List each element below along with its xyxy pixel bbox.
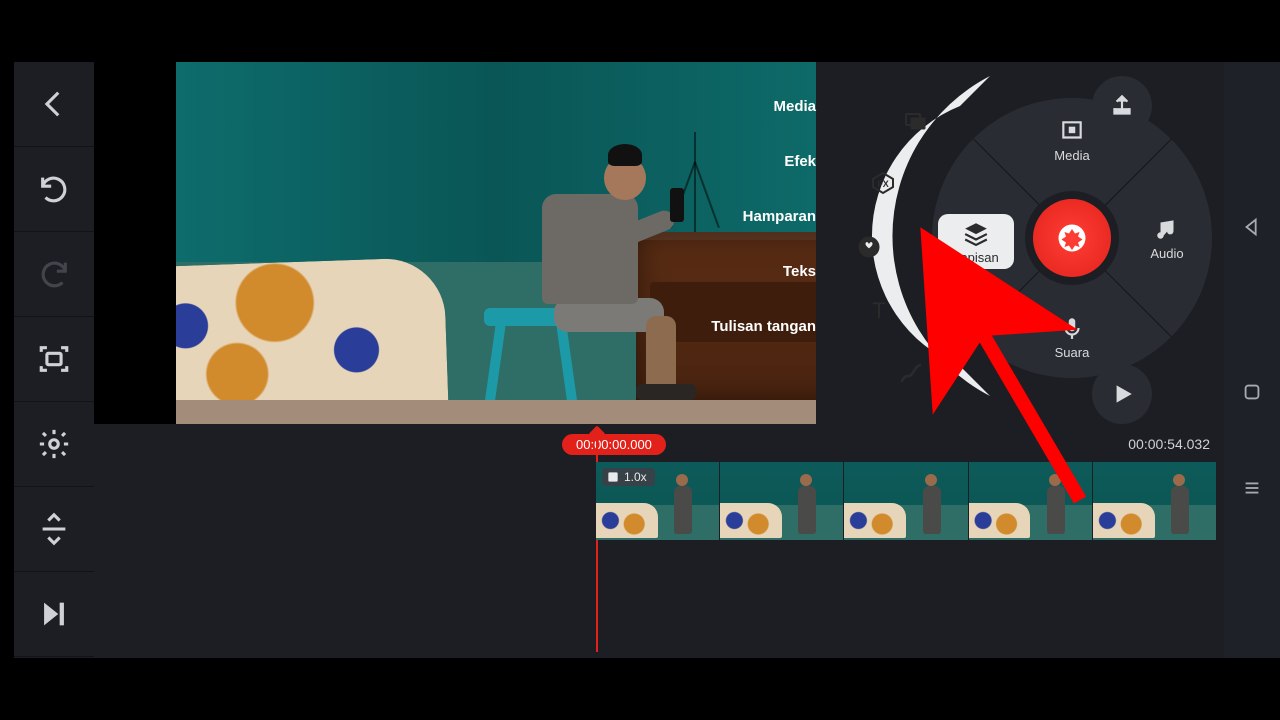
nav-back-button[interactable] <box>1241 216 1263 243</box>
action-wheel-panel: Media Efek Hamparan Teks Tulisan tangan … <box>816 62 1224 424</box>
svg-text:T: T <box>872 299 885 323</box>
overlay-icon[interactable] <box>852 230 886 264</box>
android-nav-bar <box>1224 62 1280 658</box>
submenu-media[interactable]: Media <box>656 98 816 115</box>
timecode-current: 00:00:00.000 <box>562 434 666 455</box>
fx-icon[interactable]: FX <box>866 166 900 200</box>
clip-speed-badge: 1.0x <box>602 468 655 486</box>
clip-thumbnail[interactable] <box>720 462 843 540</box>
clip-thumbnail[interactable] <box>1093 462 1216 540</box>
wheel-media-label: Media <box>1054 148 1089 163</box>
timecode-duration: 00:00:54.032 <box>1128 436 1210 452</box>
undo-button[interactable] <box>14 147 94 232</box>
wheel-suara-label: Suara <box>1055 345 1090 360</box>
video-track[interactable]: 1.0x <box>596 462 1216 540</box>
submenu-efek[interactable]: Efek <box>656 153 816 170</box>
settings-button[interactable] <box>14 402 94 487</box>
text-icon[interactable]: T <box>862 294 896 328</box>
clip-thumbnail[interactable] <box>969 462 1092 540</box>
left-toolbar <box>14 62 94 658</box>
gallery-icon[interactable] <box>898 104 932 138</box>
wheel-lapisan-label: Lapisan <box>953 250 999 265</box>
action-wheel: Media Lapisan Audio Suara <box>932 98 1212 378</box>
wheel-lapisan[interactable]: Lapisan <box>938 214 1014 269</box>
export-button[interactable] <box>1092 76 1152 136</box>
capture-button[interactable] <box>14 317 94 402</box>
play-button[interactable] <box>1092 364 1152 424</box>
submenu-teks[interactable]: Teks <box>656 263 816 280</box>
submenu-tulisan[interactable]: Tulisan tangan <box>656 318 816 335</box>
submenu-hamparan[interactable]: Hamparan <box>656 208 816 225</box>
wheel-audio[interactable]: Audio <box>1132 216 1202 261</box>
handwriting-icon[interactable] <box>894 356 928 390</box>
timeline-expand-button[interactable] <box>14 487 94 572</box>
wheel-suara[interactable]: Suara <box>1037 315 1107 360</box>
clip-thumbnail[interactable]: 1.0x <box>596 462 719 540</box>
record-button[interactable] <box>1033 199 1111 277</box>
timeline[interactable]: 00:00:00.000 00:00:54.032 1.0x <box>94 424 1224 658</box>
redo-button[interactable] <box>14 232 94 317</box>
wheel-audio-label: Audio <box>1150 246 1183 261</box>
wheel-media[interactable]: Media <box>1037 118 1107 163</box>
nav-recent-button[interactable] <box>1241 381 1263 408</box>
clip-thumbnail[interactable] <box>844 462 967 540</box>
jump-to-end-button[interactable] <box>14 572 94 657</box>
layer-submenu-labels: Media Efek Hamparan Teks Tulisan tangan <box>656 98 816 335</box>
back-button[interactable] <box>14 62 94 147</box>
nav-menu-button[interactable] <box>1241 477 1263 504</box>
svg-text:FX: FX <box>877 179 889 189</box>
